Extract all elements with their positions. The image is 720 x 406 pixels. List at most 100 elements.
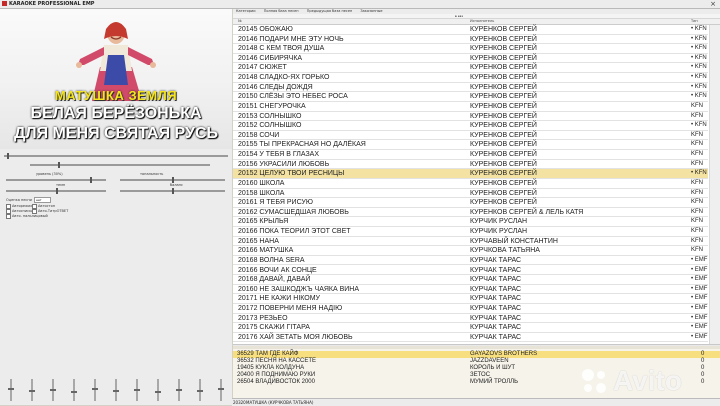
- song-title: 20155 ТЫ ПРЕКРАСНАЯ НО ДАЛЁКАЯ: [238, 141, 366, 149]
- table-row[interactable]: 20146 СЛЕДЫ ДОЖДЯ КУРЕНКОВ СЕРГЕЙ • KFN: [233, 83, 708, 93]
- table-row[interactable]: 20147 СЮЖЕТ КУРЕНКОВ СЕРГЕЙ • KFN: [233, 63, 708, 74]
- queue-title: 36529 ТАМ ГДЕ КАЙФ: [237, 351, 299, 357]
- table-row[interactable]: 20176 ХАЙ ЗЕТАТЬ МОЯ ЛЮБОВЬ КУРЧАК ТАРАС •…: [233, 333, 708, 343]
- table-row[interactable]: 20160 НЕ ЗАШКОДЖЪ ЧАЯКА ВИНА КУРЧАК ТАРАС…: [233, 285, 708, 295]
- table-row[interactable]: 20168 ВОЛНА SERA КУРЧАК ТАРАС • EMF: [233, 256, 708, 266]
- eq-fader-2[interactable]: [29, 379, 35, 401]
- column-number[interactable]: №: [238, 19, 242, 24]
- queue-row[interactable]: 36529 ТАМ ГДЕ КАЙФ GAYAZOVS BROTHERS 0: [233, 351, 720, 358]
- vertical-scrollbar[interactable]: [709, 25, 720, 345]
- song-type: KFN: [691, 228, 703, 235]
- tab-ordered[interactable]: Заказанные: [360, 9, 382, 13]
- song-artist: КУРЧАК ТАРАС: [470, 304, 522, 312]
- balance-slider[interactable]: [120, 188, 225, 194]
- tempo-thumb[interactable]: [56, 188, 58, 194]
- song-title: 20162 СУМАСШЕДШАЯ ЛЮБОВЬ: [238, 208, 349, 216]
- table-row[interactable]: 20168 ДАВАЙ, ДАВАЙ КУРЧАК ТАРАС • EMF: [233, 275, 708, 285]
- song-title: 20175 СКАЖИ ГІТАРА: [238, 324, 310, 332]
- song-artist: КУРЧАК ТАРАС: [470, 324, 522, 332]
- option-2-label: Автостоп: [38, 204, 56, 208]
- table-row[interactable]: 20148 С КЕМ ТВОЯ ДУША КУРЕНКОВ СЕРГЕЙ • KF…: [233, 44, 708, 54]
- close-icon[interactable]: ×: [710, 0, 716, 8]
- eq-fader-4[interactable]: [71, 379, 77, 401]
- song-title: 20160 ШКОЛА: [238, 179, 285, 187]
- tempo-slider[interactable]: [6, 188, 106, 194]
- eq-fader-5[interactable]: [92, 379, 98, 401]
- table-row[interactable]: 20158 ШКОЛА КУРЕНКОВ СЕРГЕЙ KFN: [233, 189, 708, 199]
- app-icon: [2, 1, 7, 6]
- table-row[interactable]: 20153 СОЛНЫШКО КУРЕНКОВ СЕРГЕЙ KFN: [233, 112, 708, 122]
- queue-title: 19405 КУКЛА КОЛДУНА: [237, 365, 305, 371]
- video-preview: МАТУШКА ЗЕМЛЯ БЕЛАЯ БЕРЁЗОНЬКА ДЛЯ МЕНЯ …: [0, 9, 232, 149]
- eq-fader-3[interactable]: [50, 379, 56, 401]
- table-row[interactable]: 20146 СИБИРЯЧКА КУРЕНКОВ СЕРГЕЙ • KFN: [233, 54, 708, 64]
- song-type: KFN: [691, 237, 703, 244]
- balance-thumb[interactable]: [172, 188, 174, 194]
- song-type: • KFN: [691, 122, 707, 129]
- queue-artist: КОРОЛЬ И ШУТ: [470, 365, 516, 371]
- table-row[interactable]: 20165 НАНА КУРЧАВЫЙ КОНСТАНТИН KFN: [233, 237, 708, 247]
- table-row[interactable]: 20152 СОЛНЫШКО КУРЕНКОВ СЕРГЕЙ • KFN: [233, 121, 708, 131]
- song-title: 20171 НЕ КАЖИ НІКОМУ: [238, 295, 320, 303]
- level-thumb[interactable]: [90, 177, 92, 183]
- eq-fader-1[interactable]: [8, 379, 14, 401]
- tone-slider[interactable]: [120, 177, 225, 183]
- eq-fader-11[interactable]: [218, 379, 224, 401]
- song-artist: КУРЕНКОВ СЕРГЕЙ: [470, 74, 537, 82]
- volume-thumb[interactable]: [58, 162, 60, 168]
- song-title: 20152 СОЛНЫШКО: [238, 122, 302, 130]
- tab-full-database[interactable]: Полная база песен: [264, 9, 299, 13]
- song-artist: КУРЕНКОВ СЕРГЕЙ: [470, 35, 537, 43]
- lyric-line-2: ДЛЯ МЕНЯ СВЯТАЯ РУСЬ: [13, 125, 218, 142]
- table-row[interactable]: 20146 ПОДАРИ МНЕ ЭТУ НОЧЬ КУРЕНКОВ СЕРГЕЙ…: [233, 35, 708, 45]
- position-slider[interactable]: [4, 153, 228, 159]
- table-row[interactable]: 20166 ПОКА ТЕОРИЛ ЭТОТ СВЕТ КУРЧИК РУСЛАН…: [233, 227, 708, 237]
- table-row[interactable]: 20145 ОБОЖАЮ КУРЕНКОВ СЕРГЕЙ • KFN: [233, 25, 708, 35]
- song-artist: КУРЧАК ТАРАС: [470, 314, 522, 322]
- column-type[interactable]: Тип: [691, 19, 698, 24]
- table-row[interactable]: 20171 НЕ КАЖИ НІКОМУ КУРЧАК ТАРАС • EMF: [233, 294, 708, 304]
- queue-row[interactable]: 36532 ПЕСНЯ НА КАССЕТЕ JAZZDAVEEN 0: [233, 358, 720, 365]
- table-row[interactable]: 20166 МАТУШКА КУРЧКОВА ТАТЬЯНА KFN: [233, 246, 708, 256]
- position-thumb[interactable]: [7, 153, 9, 159]
- song-rating-label: Оценка песни: [6, 198, 32, 202]
- song-artist: КУРЧИК РУСЛАН: [470, 228, 528, 236]
- tab-categories[interactable]: Категории: [236, 9, 256, 13]
- table-row[interactable]: 20173 РЕЗЬЕО КУРЧАК ТАРАС • EMF: [233, 314, 708, 324]
- option-5-checkbox[interactable]: [6, 214, 11, 219]
- song-type: KFN: [691, 208, 703, 215]
- table-row[interactable]: 20175 СКАЖИ ГІТАРА КУРЧАК ТАРАС • EMF: [233, 323, 708, 333]
- level-slider[interactable]: [6, 177, 106, 183]
- song-title: 20172 ПОВЕРНИ МЕНЯ НАДІЮ: [238, 304, 343, 312]
- song-rating-select[interactable]: нет: [34, 197, 51, 203]
- song-artist: КУРЕНКОВ СЕРГЕЙ: [470, 112, 537, 120]
- tab-previous-database[interactable]: Предыдущая база песен: [307, 9, 353, 13]
- song-artist: КУРЕНКОВ СЕРГЕЙ & ЛЕЛЬ КАТЯ: [470, 208, 584, 216]
- table-row[interactable]: 20151 СНЕГУРОЧКА КУРЕНКОВ СЕРГЕЙ KFN: [233, 102, 708, 112]
- table-row[interactable]: 20154 У ТЕБЯ В ГЛАЗАХ КУРЕНКОВ СЕРГЕЙ KFN: [233, 150, 708, 160]
- table-row[interactable]: 20155 ТЫ ПРЕКРАСНАЯ НО ДАЛЁКАЯ КУРЕНКОВ С…: [233, 140, 708, 151]
- song-artist: КУРЧАК ТАРАС: [470, 295, 522, 303]
- column-artist[interactable]: Исполнитель: [470, 19, 494, 24]
- table-row[interactable]: 20160 ШКОЛА КУРЕНКОВ СЕРГЕЙ KFN: [233, 179, 708, 189]
- table-row[interactable]: 20162 СУМАСШЕДШАЯ ЛЮБОВЬ КУРЕНКОВ СЕРГЕЙ …: [233, 208, 708, 218]
- song-title: 20154 У ТЕБЯ В ГЛАЗАХ: [238, 151, 320, 159]
- table-row[interactable]: 20158 СОЧИ КУРЕНКОВ СЕРГЕЙ KFN: [233, 131, 708, 141]
- song-title: 20150 СЛЁЗЫ ЭТО НЕБЕС РОСА: [238, 93, 348, 101]
- eq-fader-6[interactable]: [113, 379, 119, 401]
- table-row[interactable]: 20152 ЦЕЛУЮ ТВОИ РЕСНИЦЫ КУРЕНКОВ СЕРГЕЙ •…: [233, 169, 708, 179]
- table-row[interactable]: 20156 УКРАСИЛИ ЛЮБОВЬ КУРЕНКОВ СЕРГЕЙ KFN: [233, 160, 708, 170]
- table-row[interactable]: 20172 ПОВЕРНИ МЕНЯ НАДІЮ КУРЧАК ТАРАС • EM…: [233, 304, 708, 314]
- eq-fader-8[interactable]: [155, 379, 161, 401]
- volume-slider[interactable]: [30, 162, 210, 168]
- table-row[interactable]: 20150 СЛЁЗЫ ЭТО НЕБЕС РОСА КУРЕНКОВ СЕРГЕ…: [233, 92, 708, 102]
- table-row[interactable]: 20166 ВОЧИ АК СОНЦЕ КУРЧАК ТАРАС • EMF: [233, 266, 708, 276]
- table-row[interactable]: 20165 КРЫЛЬЯ КУРЧИК РУСЛАН KFN: [233, 217, 708, 227]
- table-row[interactable]: 20148 СЛАДКО-ЯХ ГОРЬКО КУРЕНКОВ СЕРГЕЙ • K…: [233, 73, 708, 83]
- window-title: KARAOKE PROFESSIONAL EMP: [9, 1, 95, 7]
- eq-fader-9[interactable]: [176, 379, 182, 401]
- table-row[interactable]: 20161 Я ТЕБЯ РИСУЮ КУРЕНКОВ СЕРГЕЙ KFN: [233, 198, 708, 208]
- eq-fader-10[interactable]: [197, 379, 203, 401]
- queue-title: 36532 ПЕСНЯ НА КАССЕТЕ: [237, 358, 317, 364]
- eq-fader-7[interactable]: [134, 379, 140, 401]
